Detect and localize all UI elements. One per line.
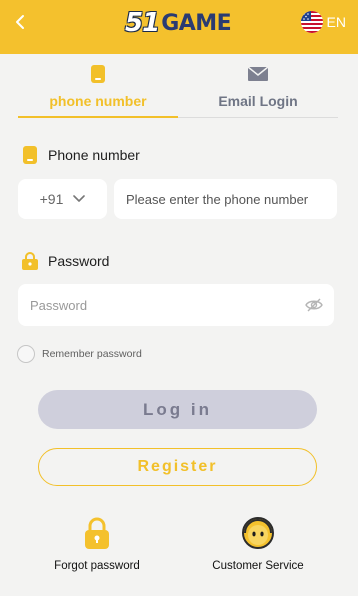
forgot-password-link[interactable]: Forgot password [37, 515, 157, 572]
chevron-left-icon [16, 15, 24, 29]
phone-label-text: Phone number [48, 147, 140, 163]
tab-email-login[interactable]: Email Login [178, 60, 338, 117]
country-code-select[interactable]: +91 [18, 179, 107, 219]
phone-icon [20, 144, 40, 166]
password-label-text: Password [48, 253, 110, 269]
register-button[interactable]: Register [38, 448, 317, 486]
login-button[interactable]: Log in [38, 390, 317, 429]
remember-password-label: Remember password [42, 348, 142, 360]
customer-service-label: Customer Service [212, 560, 304, 572]
login-tabs: phone number Email Login [18, 60, 338, 118]
forgot-password-label: Forgot password [54, 560, 140, 572]
app-logo: 51 GAME [125, 6, 232, 40]
active-tab-indicator [18, 116, 178, 118]
phone-number-input[interactable] [114, 179, 337, 219]
country-code-value: +91 [39, 191, 64, 207]
remember-password-radio[interactable] [17, 345, 35, 363]
logo-mark: 51 [125, 8, 160, 38]
language-label: EN [326, 14, 346, 30]
us-flag-icon [300, 11, 323, 33]
phone-icon [90, 64, 106, 84]
lock-icon [20, 250, 40, 272]
password-label: Password [20, 250, 109, 272]
logo-text: GAME [161, 10, 232, 36]
tab-label: Email Login [218, 93, 298, 109]
remember-password-toggle[interactable]: Remember password [17, 345, 142, 363]
back-button[interactable] [8, 10, 32, 34]
language-selector[interactable]: EN [300, 11, 346, 33]
tab-phone-number[interactable]: phone number [18, 60, 178, 117]
tab-label: phone number [49, 93, 147, 109]
tab-divider [178, 117, 338, 118]
customer-service-link[interactable]: Customer Service [198, 515, 318, 572]
eye-off-icon[interactable] [304, 295, 324, 315]
password-field [18, 284, 334, 326]
phone-number-label: Phone number [20, 144, 140, 166]
lock-icon [83, 515, 111, 551]
mail-icon [247, 64, 269, 84]
app-header: 51 GAME EN [0, 0, 358, 54]
password-input[interactable] [18, 284, 298, 326]
customer-service-icon [241, 515, 275, 551]
chevron-down-icon [73, 195, 86, 203]
